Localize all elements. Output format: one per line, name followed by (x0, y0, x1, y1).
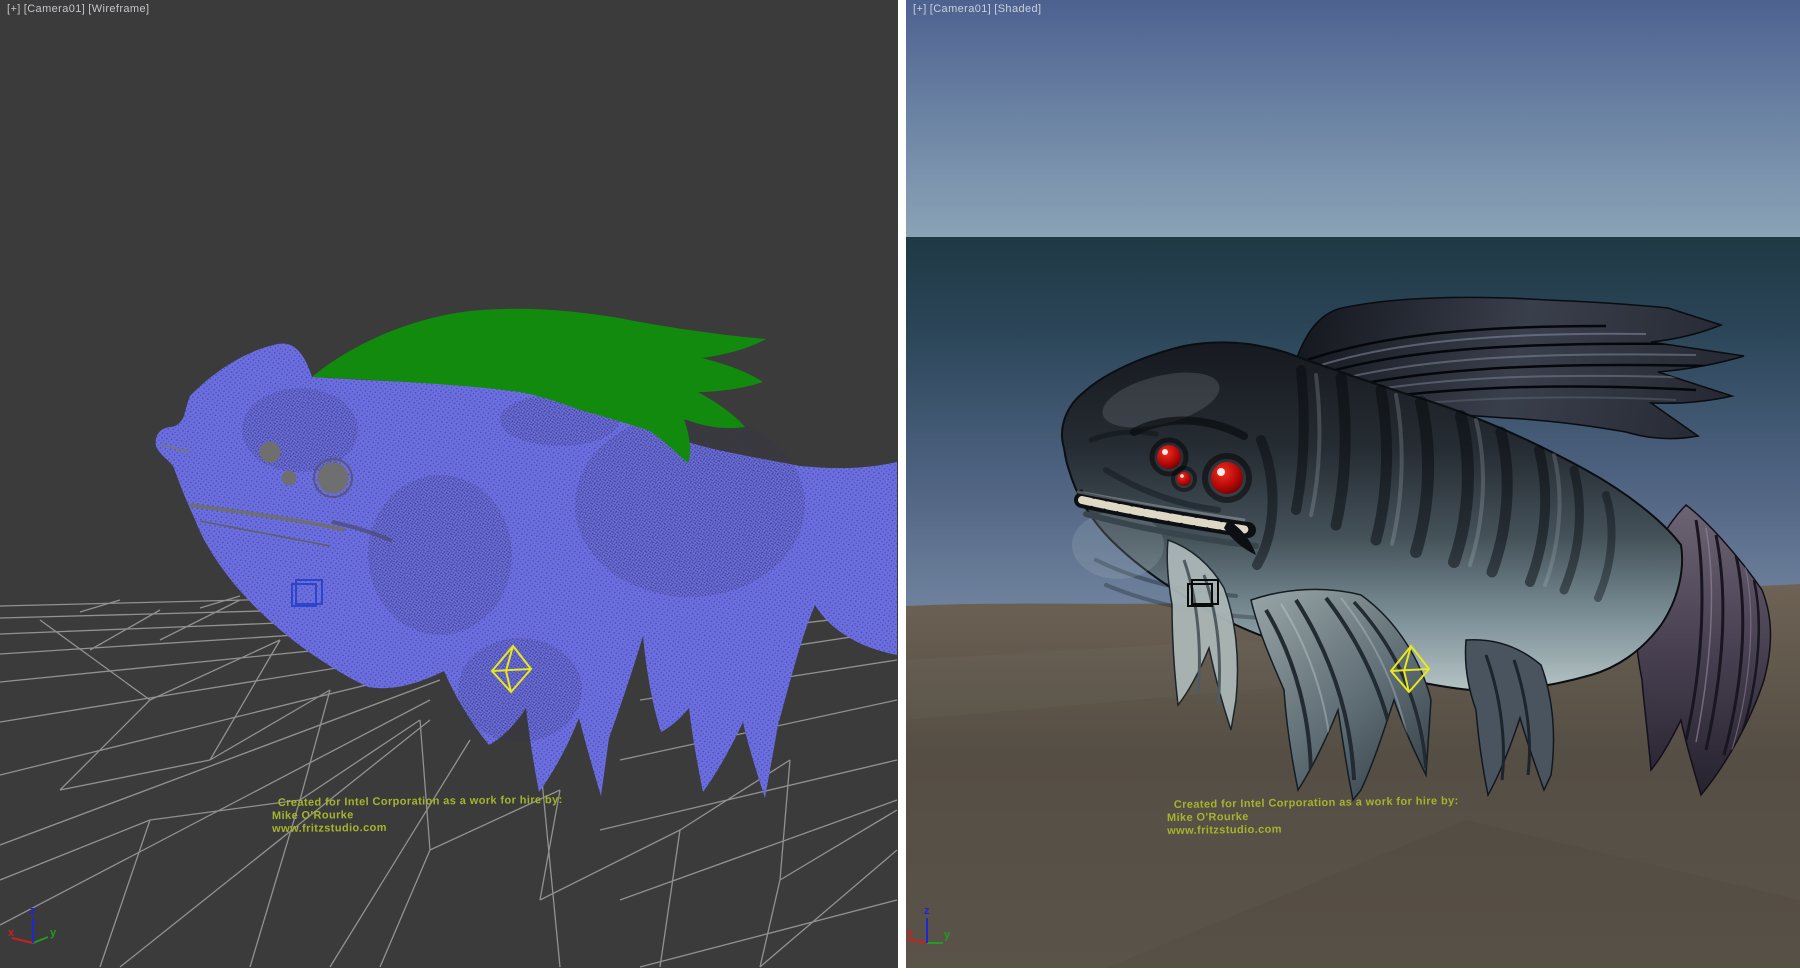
watermark-line2[interactable]: Mike O'Rourke (1167, 811, 1249, 824)
viewport-menu-expand[interactable]: [+] (7, 3, 21, 15)
watermark-line2[interactable]: Mike O'Rourke (272, 809, 354, 822)
viewport-menu-shading[interactable]: [Shaded] (994, 3, 1041, 15)
watermark-line3[interactable]: www.fritzstudio.com (1166, 823, 1282, 837)
viewport-split-view: Created for Intel Corporation as a work … (0, 0, 1800, 978)
viewport-label: [+][Camera01][Wireframe] (7, 3, 152, 15)
watermark-line3[interactable]: www.fritzstudio.com (271, 822, 387, 835)
viewport-label: [+][Camera01][Shaded] (913, 3, 1044, 15)
axis-y-label: y (944, 929, 951, 941)
viewport-menu-camera[interactable]: [Camera01] (930, 3, 991, 15)
viewport-menu-camera[interactable]: [Camera01] (24, 3, 85, 15)
viewport-splitter[interactable] (898, 0, 906, 968)
axis-z-label: z (924, 905, 930, 917)
viewport-wireframe[interactable]: Created for Intel Corporation as a work … (0, 0, 898, 968)
axis-x-label: x (907, 927, 914, 939)
wireframe-scene[interactable]: Created for Intel Corporation as a work … (0, 0, 898, 968)
axis-y-label: y (50, 927, 57, 939)
viewport-menu-shading[interactable]: [Wireframe] (88, 3, 149, 15)
sky-background (906, 0, 1800, 237)
axis-x-label: x (8, 927, 15, 939)
viewport-menu-expand[interactable]: [+] (913, 3, 927, 15)
axis-z-label: z (30, 905, 36, 917)
viewport-shaded[interactable]: Created for Intel Corporation as a work … (906, 0, 1800, 968)
shaded-scene[interactable]: Created for Intel Corporation as a work … (906, 0, 1800, 968)
